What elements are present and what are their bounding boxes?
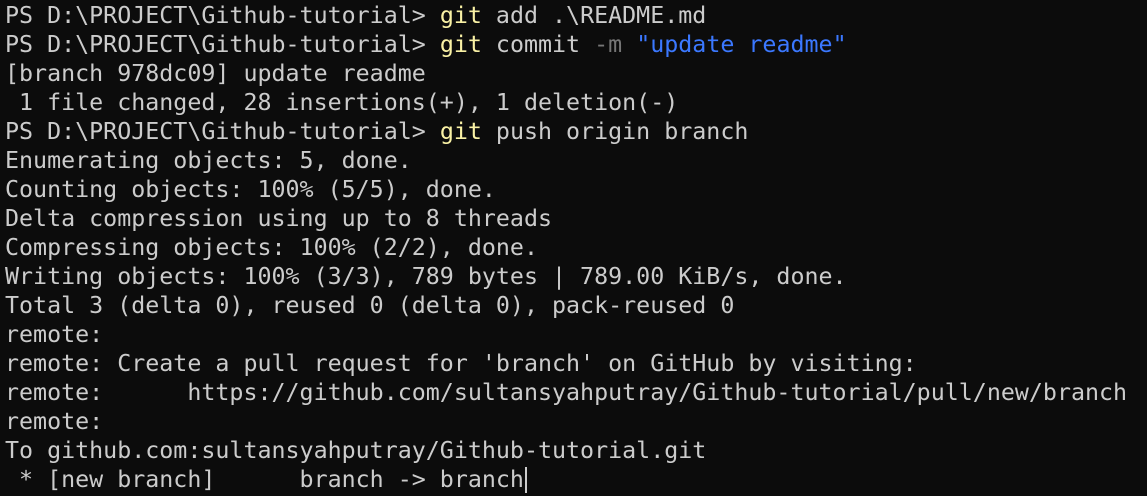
command-string: "update readme": [636, 31, 847, 58]
terminal-window[interactable]: PS D:\PROJECT\Github-tutorial> git add .…: [0, 0, 1147, 496]
output-line: To github.com:sultansyahputray/Github-tu…: [5, 437, 707, 464]
output-line: Total 3 (delta 0), reused 0 (delta 0), p…: [5, 292, 735, 319]
prompt: PS D:\PROJECT\Github-tutorial>: [5, 31, 440, 58]
output-line: Counting objects: 100% (5/5), done.: [5, 176, 496, 203]
output-line: Writing objects: 100% (3/3), 789 bytes |…: [5, 263, 847, 290]
output-line: Compressing objects: 100% (2/2), done.: [5, 234, 538, 261]
output-line: Delta compression using up to 8 threads: [5, 205, 553, 232]
output-line: remote:: [5, 408, 104, 435]
command-keyword: git: [439, 2, 482, 29]
command-args: push origin branch: [481, 118, 749, 145]
text-cursor: [524, 467, 527, 493]
command-line-commit: PS D:\PROJECT\Github-tutorial> git commi…: [5, 30, 1147, 59]
output-line-url[interactable]: remote: https://github.com/sultansyahput…: [5, 378, 1147, 407]
command-keyword: git: [439, 118, 482, 145]
command-args: commit: [481, 31, 595, 58]
output-text: * [new branch] branch -> branch: [5, 466, 524, 493]
output-line: Enumerating objects: 5, done.: [5, 147, 412, 174]
output-line: 1 file changed, 28 insertions(+), 1 dele…: [5, 89, 679, 116]
output-line: remote:: [5, 321, 104, 348]
command-args: add .\README.md: [481, 2, 707, 29]
prompt: PS D:\PROJECT\Github-tutorial>: [5, 2, 440, 29]
output-line: [branch 978dc09] update readme: [5, 60, 426, 87]
command-line-add: PS D:\PROJECT\Github-tutorial> git add .…: [5, 1, 1147, 30]
command-line-push: PS D:\PROJECT\Github-tutorial> git push …: [5, 117, 1147, 146]
command-keyword: git: [439, 31, 482, 58]
output-line: remote: Create a pull request for 'branc…: [5, 350, 917, 377]
prompt: PS D:\PROJECT\Github-tutorial>: [5, 118, 440, 145]
command-flag: -m: [594, 31, 623, 58]
output-line-last: * [new branch] branch -> branch: [5, 465, 1147, 494]
